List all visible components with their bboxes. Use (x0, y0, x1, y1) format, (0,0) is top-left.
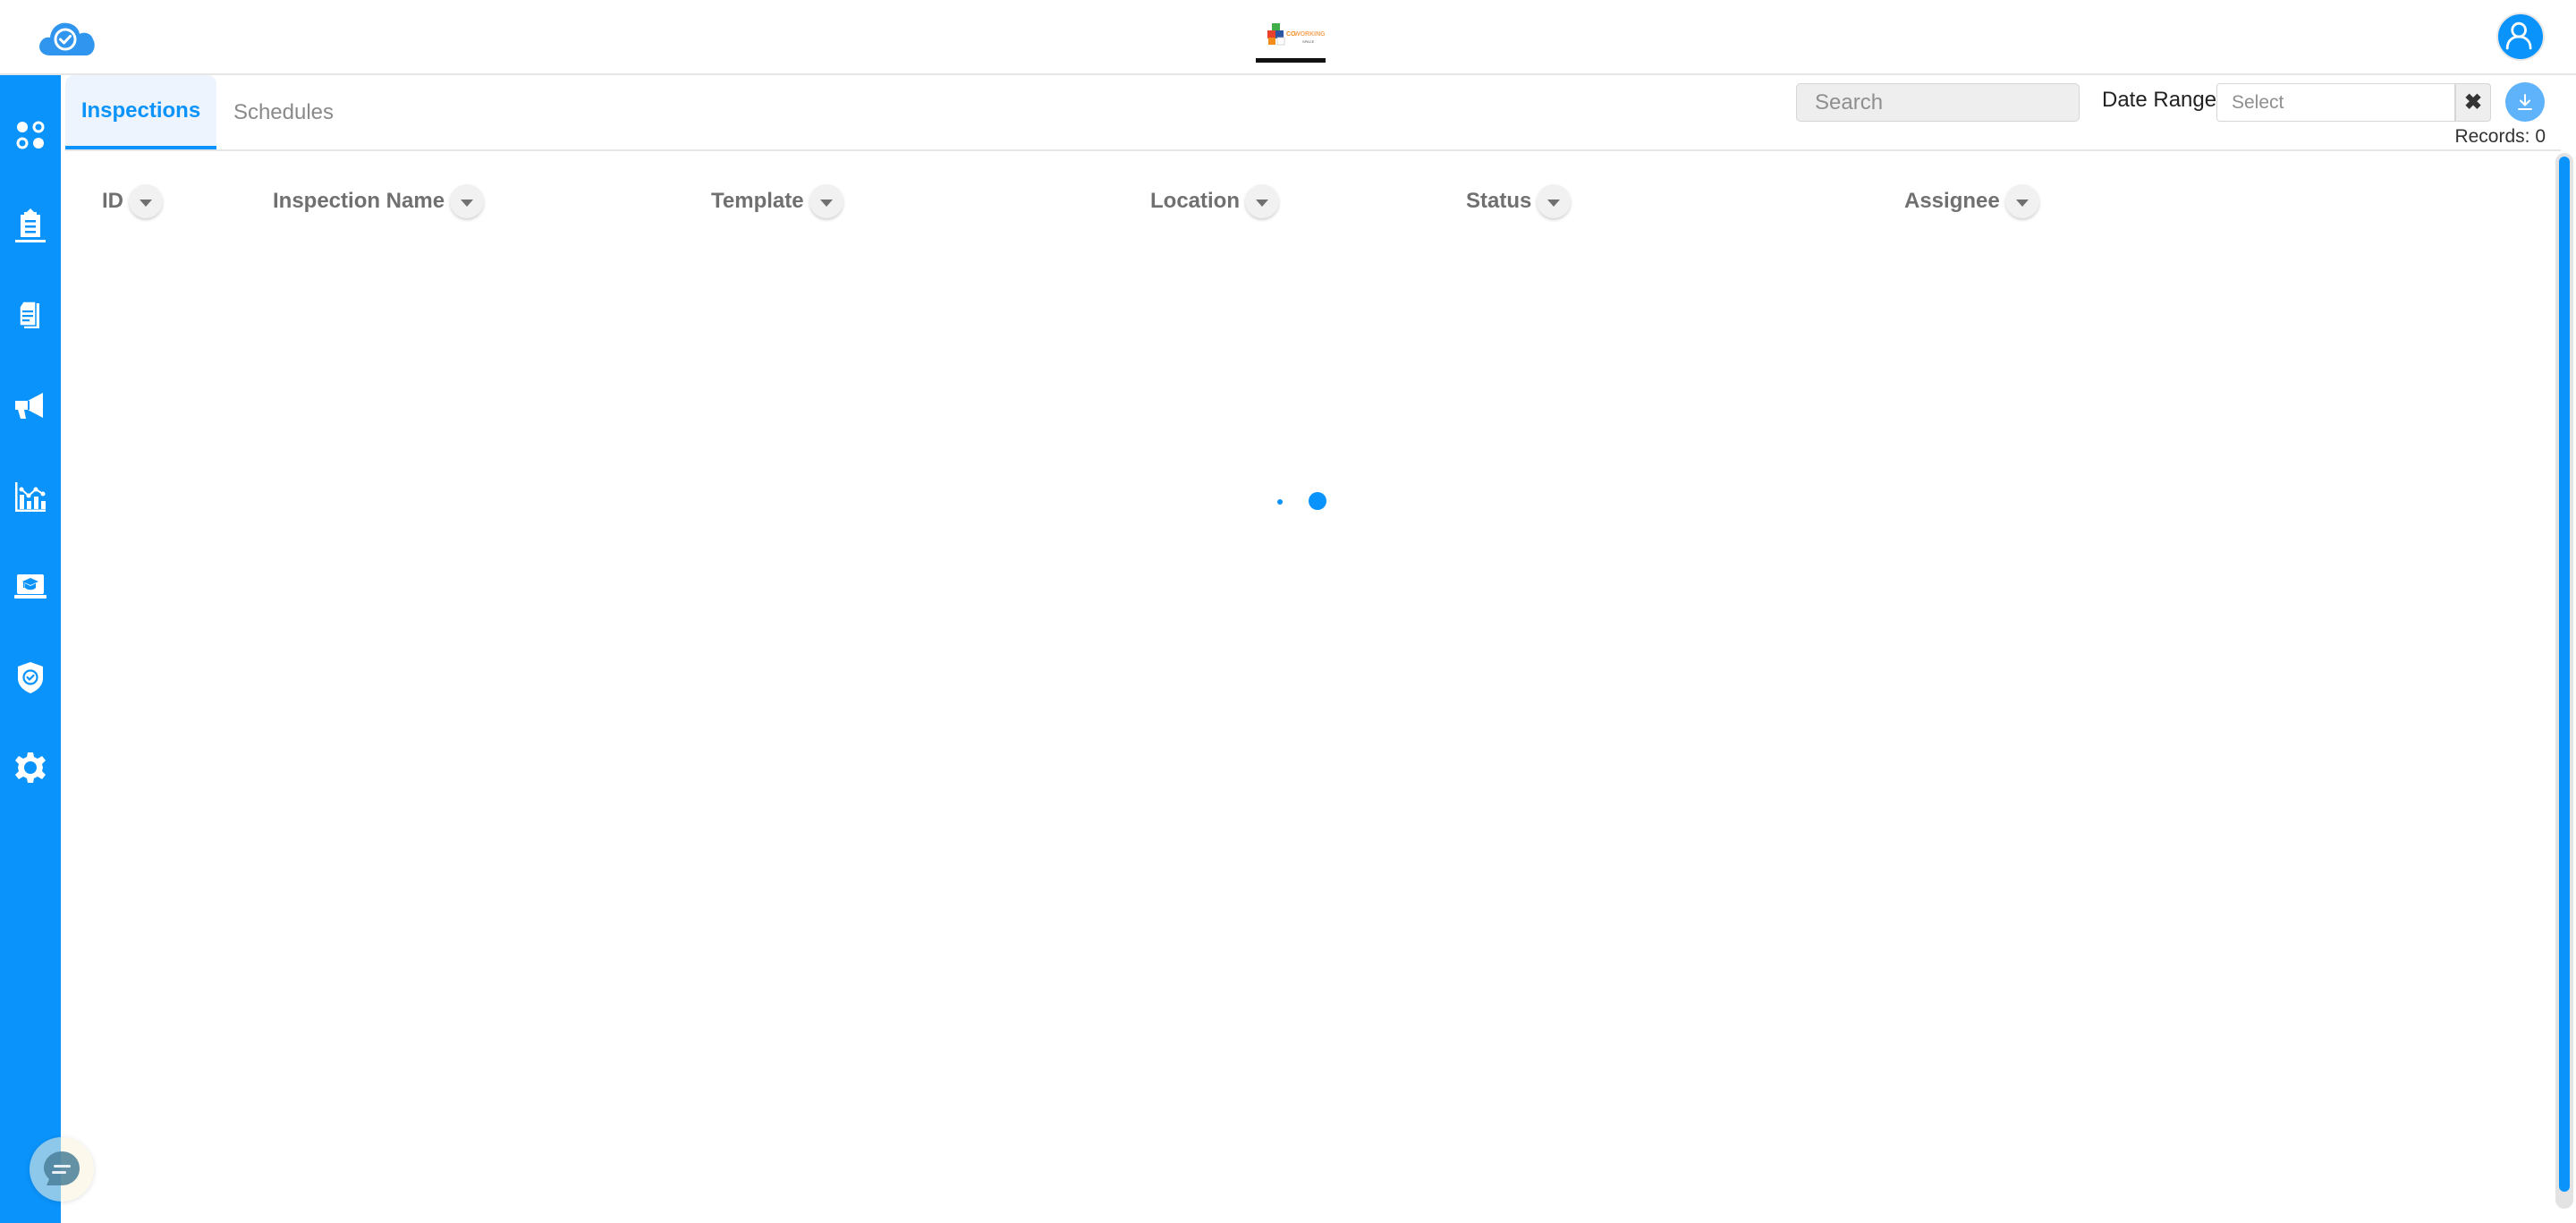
column-header-inspection-name: Inspection Name (273, 184, 485, 218)
sidebar-item-reports[interactable] (0, 465, 61, 528)
column-header-status: Status (1466, 184, 1572, 218)
sidebar-item-training[interactable] (0, 556, 61, 618)
date-range-label: Date Range (2102, 88, 2217, 112)
column-header-location: Location (1150, 184, 1279, 218)
sidebar-item-compliance[interactable] (0, 646, 61, 709)
column-label: Template (711, 189, 804, 213)
sidebar-item-documents[interactable] (0, 285, 61, 347)
column-label: Inspection Name (273, 189, 445, 213)
search-input[interactable] (1796, 83, 2080, 122)
download-button[interactable] (2505, 82, 2545, 122)
sort-dropdown-button[interactable] (129, 184, 163, 218)
loading-spinner (1270, 488, 1333, 516)
sidebar-item-dashboard[interactable] (0, 104, 61, 166)
tab-divider (65, 149, 2561, 151)
scrollbar-thumb[interactable] (2559, 157, 2570, 1192)
svg-text:WORKING: WORKING (1294, 31, 1326, 38)
column-header-id: ID (102, 184, 163, 218)
spinner-dot-large (1309, 492, 1326, 510)
sort-dropdown-button[interactable] (1245, 184, 1279, 218)
spinner-dot-small (1277, 499, 1283, 505)
top-header: CO WORKING SPACE (0, 0, 2576, 75)
tab-schedules[interactable]: Schedules (216, 75, 351, 150)
sidebar-item-settings[interactable] (0, 736, 61, 799)
training-laptop-icon (14, 574, 47, 599)
column-label: Location (1150, 189, 1240, 213)
company-logo: CO WORKING SPACE (1256, 16, 1326, 63)
sidebar-item-announcements[interactable] (0, 375, 61, 437)
user-icon (2505, 21, 2532, 50)
analytics-chart-icon (15, 482, 46, 512)
date-range-input[interactable] (2216, 83, 2455, 122)
tab-bar: Inspections Schedules (65, 75, 1765, 150)
clipboard-icon (15, 208, 46, 242)
column-label: Assignee (1904, 189, 2000, 213)
apps-dots-icon (16, 121, 45, 149)
documents-icon (19, 301, 39, 328)
logo-underline (1256, 58, 1326, 63)
download-icon (2518, 94, 2532, 110)
sort-dropdown-button[interactable] (809, 184, 843, 218)
megaphone-icon (15, 393, 43, 419)
sidebar (0, 75, 61, 1223)
column-label: Status (1466, 189, 1532, 213)
chat-bubble-icon (44, 1151, 80, 1185)
svg-text:SPACE: SPACE (1302, 39, 1315, 44)
user-avatar[interactable] (2496, 13, 2545, 61)
sort-dropdown-button[interactable] (450, 184, 485, 218)
sidebar-item-inspections[interactable] (0, 194, 61, 257)
vertical-scrollbar[interactable] (2555, 153, 2573, 1209)
clear-date-button[interactable]: ✖ (2455, 83, 2491, 122)
tab-inspections[interactable]: Inspections (65, 75, 216, 150)
column-header-template: Template (711, 184, 843, 218)
shield-check-icon (18, 662, 43, 693)
records-count: Records: 0 (2454, 126, 2546, 147)
sort-dropdown-button[interactable] (2004, 184, 2039, 218)
sort-dropdown-button[interactable] (1537, 184, 1572, 218)
column-label: ID (102, 189, 123, 213)
gear-icon (15, 752, 46, 783)
column-header-assignee: Assignee (1904, 184, 2039, 218)
chat-button[interactable] (30, 1137, 94, 1202)
cloud-check-icon[interactable] (38, 18, 97, 57)
